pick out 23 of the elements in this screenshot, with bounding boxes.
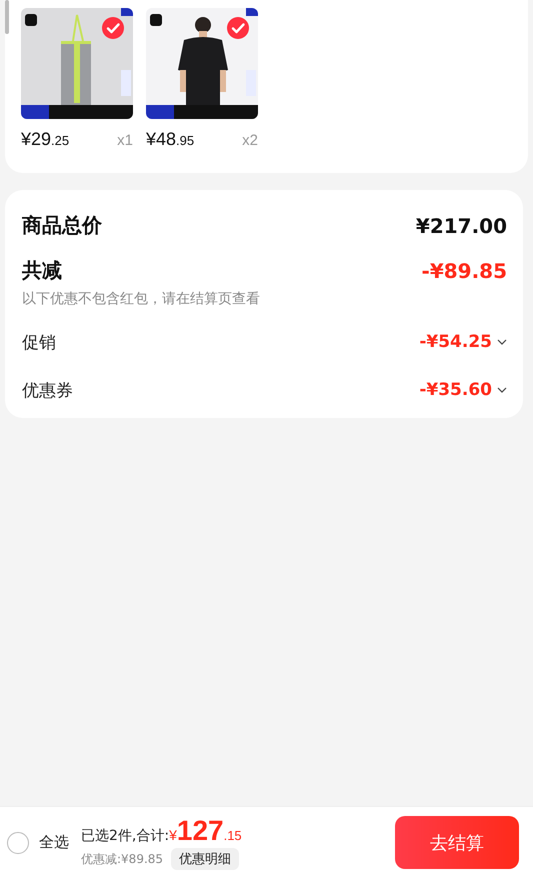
discount-summary: 优惠减:¥89.85 [81,850,164,868]
select-all-label[interactable]: 全选 [39,833,69,852]
item-price: ¥48.95 [146,129,194,150]
scroll-bar [5,0,9,34]
selection-summary: 已选2件,合计: [81,827,170,845]
discount-details-button[interactable]: 优惠明细 [171,848,240,870]
total-value: ¥217.00 [416,214,507,238]
checkout-button[interactable]: 去结算 [395,816,519,869]
discount-type-label: 促销 [22,332,56,354]
item-price: ¥29.25 [21,129,70,150]
select-all-radio[interactable] [7,832,29,854]
discount-note: 以下优惠不包含红包，请在结算页查看 [22,290,261,308]
total-price: ¥127.15 [169,815,242,847]
quantity-label: x2 [242,132,258,149]
discount-detail-toggle[interactable]: -¥54.25 [419,332,507,352]
discount-type-label: 优惠券 [22,380,73,402]
discount-detail-toggle[interactable]: -¥35.60 [419,380,507,400]
checkbox[interactable] [226,16,250,40]
total-label: 商品总价 [22,212,102,239]
discount-label: 共减 [22,257,62,284]
checkbox[interactable] [101,16,125,40]
quantity-label: x1 [117,132,133,149]
discount-value: -¥89.85 [422,258,507,282]
